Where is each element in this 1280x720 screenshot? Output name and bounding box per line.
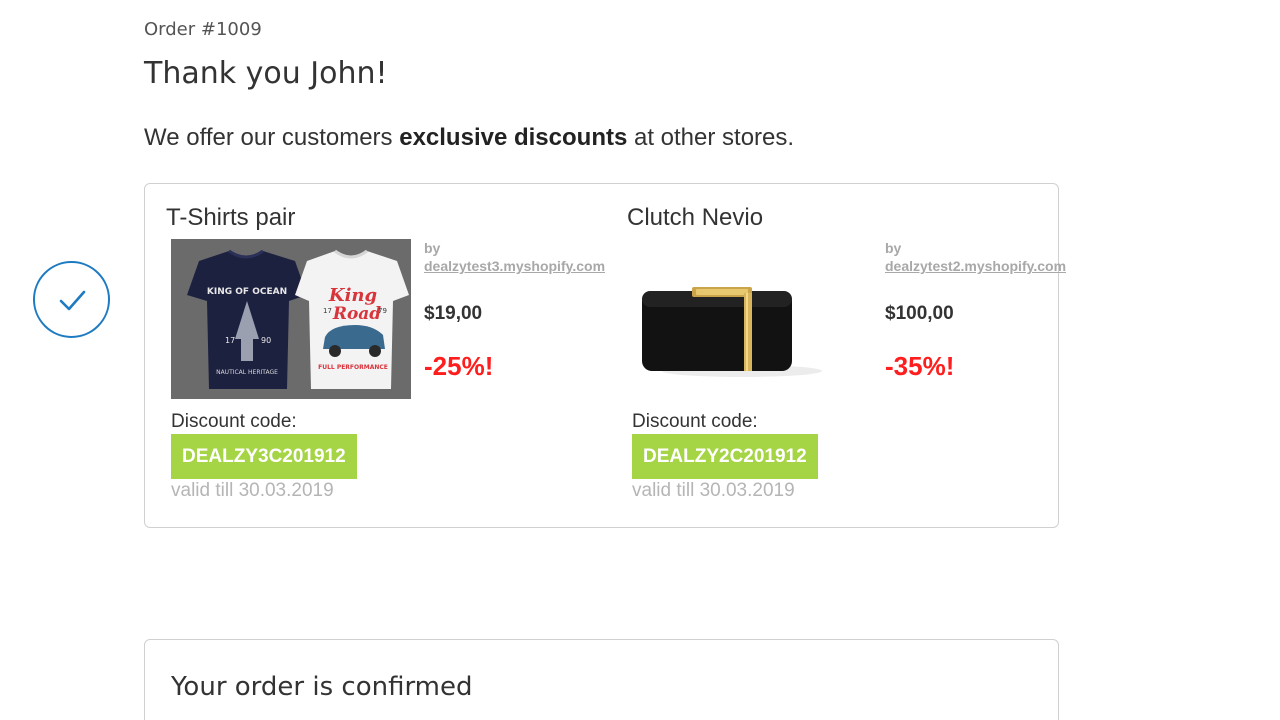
t-shirts-image[interactable]: KING OF OCEAN 17 90 NAUTICAL HERITAGE Ki… <box>171 239 411 399</box>
tshirt-print-text: 17 <box>323 307 332 315</box>
discount-percent: -35%! <box>885 351 955 381</box>
tshirt-print-text: 17 <box>225 336 235 345</box>
offer-info: by dealzytest3.myshopify.com $19,00 -25%… <box>424 239 624 382</box>
offer-price: $19,00 <box>424 303 483 324</box>
offer-title[interactable]: Clutch Nevio <box>627 204 763 232</box>
offer-intro-suffix: at other stores. <box>627 124 795 151</box>
offer-intro-text: We offer our customers <box>144 124 400 151</box>
tshirt-print-text: King <box>328 285 377 306</box>
tshirt-print-text: 79 <box>378 307 387 315</box>
valid-till-text: valid till 30.03.2019 <box>171 480 334 501</box>
discount-code-label: Discount code: <box>632 411 758 432</box>
tshirt-print-text: NAUTICAL HERITAGE <box>216 369 278 376</box>
discount-code-badge[interactable]: DEALZY3C201912 <box>171 434 357 479</box>
checkmark-circle-icon <box>33 261 110 338</box>
valid-till-text: valid till 30.03.2019 <box>632 480 795 501</box>
thank-you-heading: Thank you John! <box>144 56 388 91</box>
store-link[interactable]: dealzytest3.myshopify.com <box>424 257 624 275</box>
order-number: Order #1009 <box>144 19 262 40</box>
tshirt-print-text: FULL PERFORMANCE <box>318 364 388 371</box>
tshirt-print-text: KING OF OCEAN <box>207 287 287 297</box>
offer-intro-emphasis: exclusive discounts <box>399 124 628 151</box>
discount-code-label: Discount code: <box>171 411 297 432</box>
offer-info: by dealzytest2.myshopify.com $100,00 -35… <box>885 239 1085 382</box>
offer-card: T-Shirts pair KING OF OCEAN 17 90 NAUTIC… <box>166 184 606 524</box>
offer-title[interactable]: T-Shirts pair <box>166 204 295 232</box>
discount-offers-panel: T-Shirts pair KING OF OCEAN 17 90 NAUTIC… <box>144 183 1066 528</box>
clutch-bag-image[interactable] <box>632 239 872 399</box>
by-label: by <box>424 240 441 256</box>
offer-price: $100,00 <box>885 303 954 324</box>
order-confirmed-title: Your order is confirmed <box>171 672 473 702</box>
by-label: by <box>885 240 902 256</box>
tshirt-print-text: 90 <box>261 336 271 345</box>
tshirt-print-text: Road <box>332 304 381 324</box>
order-confirmed-panel: Your order is confirmed <box>144 639 1059 720</box>
offer-card: Clutch Nevio by dealzytest2.myshopify.co… <box>627 184 1067 524</box>
offer-intro: We offer our customers exclusive discoun… <box>144 124 794 152</box>
store-link[interactable]: dealzytest2.myshopify.com <box>885 257 1085 275</box>
discount-percent: -25%! <box>424 351 494 381</box>
discount-code-badge[interactable]: DEALZY2C201912 <box>632 434 818 479</box>
